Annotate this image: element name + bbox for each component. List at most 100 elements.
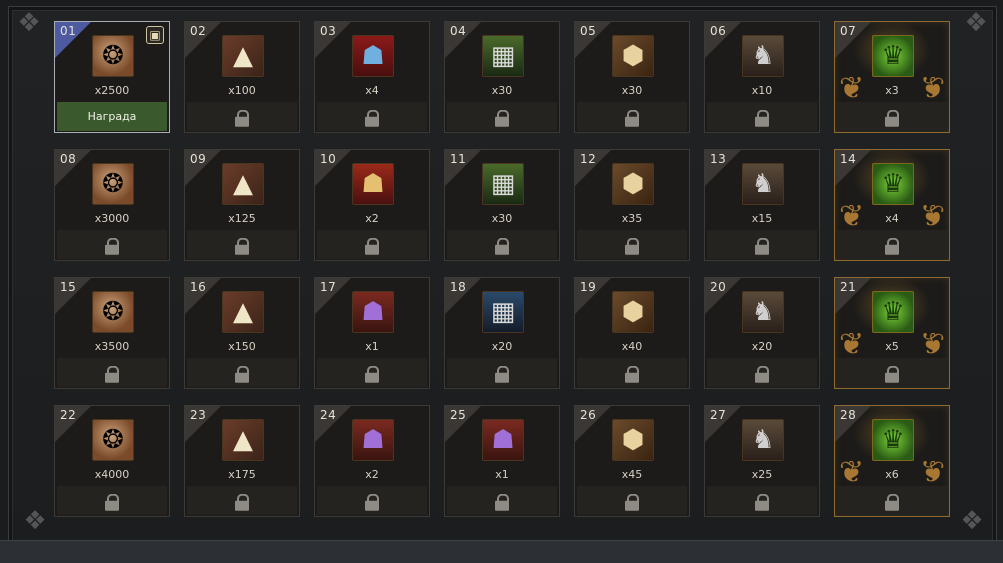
reward-quantity: x25 xyxy=(705,468,819,481)
chest-icon: ♛ xyxy=(872,163,914,205)
reward-cell-21[interactable]: ❦❦21♛x5 xyxy=(834,277,950,389)
day-number: 10 xyxy=(320,152,336,166)
reward-cell-02[interactable]: 02▲x100 xyxy=(184,21,300,133)
day-number: 01 xyxy=(60,24,76,38)
reward-quantity: x20 xyxy=(445,340,559,353)
reward-quantity: x6 xyxy=(835,468,949,481)
reward-cell-26[interactable]: 26⬢x45 xyxy=(574,405,690,517)
reward-cell-16[interactable]: 16▲x150 xyxy=(184,277,300,389)
reward-quantity: x3 xyxy=(835,84,949,97)
statue-icon: ♞ xyxy=(742,163,784,205)
coin-icon: ❂ xyxy=(92,163,134,205)
lock-icon xyxy=(365,237,379,253)
statue-icon: ♞ xyxy=(742,291,784,333)
lock-icon xyxy=(105,365,119,381)
powder-pile-icon: ▲ xyxy=(222,291,264,333)
reward-cell-08[interactable]: 08 ❂ x3000 xyxy=(54,149,170,261)
locked-footer xyxy=(57,230,167,259)
chest-icon: ♛ xyxy=(872,291,914,333)
reward-cell-01[interactable]: 01▣❂x2500Награда xyxy=(54,21,170,133)
locked-footer xyxy=(317,230,427,259)
locked-footer xyxy=(837,486,947,515)
lock-icon xyxy=(625,237,639,253)
reward-cell-11[interactable]: 11▦x30 xyxy=(444,149,560,261)
locked-footer xyxy=(57,486,167,515)
reward-cell-14[interactable]: ❦❦14♛x4 xyxy=(834,149,950,261)
lock-icon xyxy=(755,493,769,509)
reward-cell-09[interactable]: 09▲x125 xyxy=(184,149,300,261)
reward-cell-25[interactable]: 25☗x1 xyxy=(444,405,560,517)
reward-cell-12[interactable]: 12⬢x35 xyxy=(574,149,690,261)
powder-pile-icon: ▲ xyxy=(222,35,264,77)
reward-cell-05[interactable]: 05 ⬢ x30 xyxy=(574,21,690,133)
day-number: 18 xyxy=(450,280,466,294)
gift-icon: ▣ xyxy=(146,26,164,44)
lock-icon xyxy=(235,109,249,125)
reward-cell-15[interactable]: 15❂x3500 xyxy=(54,277,170,389)
locked-footer xyxy=(837,358,947,387)
reward-quantity: x40 xyxy=(575,340,689,353)
day-number: 27 xyxy=(710,408,726,422)
reward-cell-27[interactable]: 27♞x25 xyxy=(704,405,820,517)
lock-icon xyxy=(755,109,769,125)
day-number: 08 xyxy=(60,152,76,166)
reward-quantity: x2 xyxy=(315,212,429,225)
locked-footer xyxy=(187,486,297,515)
reward-cell-13[interactable]: 13♞x15 xyxy=(704,149,820,261)
powder-pile-icon: ▲ xyxy=(222,163,264,205)
reward-cell-20[interactable]: 20 ♞ x20 xyxy=(704,277,820,389)
day-number: 20 xyxy=(710,280,726,294)
day-number: 11 xyxy=(450,152,466,166)
reward-cell-24[interactable]: 24☗x2 xyxy=(314,405,430,517)
locked-footer xyxy=(447,102,557,131)
locked-footer xyxy=(317,102,427,131)
day-number: 28 xyxy=(840,408,856,422)
bottom-bar xyxy=(0,540,1003,563)
coin-icon: ❂ xyxy=(92,419,134,461)
lock-icon xyxy=(625,109,639,125)
locked-footer xyxy=(57,358,167,387)
reward-quantity: x30 xyxy=(445,84,559,97)
reward-quantity: x3000 xyxy=(55,212,169,225)
card-purple-icon: ☗ xyxy=(352,291,394,333)
lock-icon xyxy=(365,109,379,125)
locked-footer xyxy=(187,230,297,259)
day-number: 07 xyxy=(840,24,856,38)
reward-cell-10[interactable]: 10☗x2 xyxy=(314,149,430,261)
reward-quantity: x150 xyxy=(185,340,299,353)
reward-cell-03[interactable]: 03☗x4 xyxy=(314,21,430,133)
reward-cell-18[interactable]: 18▦x20 xyxy=(444,277,560,389)
reward-cell-17[interactable]: 17☗x1 xyxy=(314,277,430,389)
day-number: 14 xyxy=(840,152,856,166)
lock-icon xyxy=(885,493,899,509)
reward-quantity: x4 xyxy=(835,212,949,225)
reward-quantity: x125 xyxy=(185,212,299,225)
day-number: 22 xyxy=(60,408,76,422)
reward-cell-07[interactable]: ❦❦07♛x3 xyxy=(834,21,950,133)
locked-footer xyxy=(837,102,947,131)
reward-cell-04[interactable]: 04▦x30 xyxy=(444,21,560,133)
lock-icon xyxy=(495,365,509,381)
corner-ornament-icon: ❖ xyxy=(955,504,989,538)
reward-cell-23[interactable]: 23▲x175 xyxy=(184,405,300,517)
locked-footer xyxy=(577,358,687,387)
card-purple-icon: ☗ xyxy=(482,419,524,461)
reward-cell-06[interactable]: 06♞x10 xyxy=(704,21,820,133)
day-number: 05 xyxy=(580,24,596,38)
reward-quantity: x30 xyxy=(575,84,689,97)
reward-cell-19[interactable]: 19⬢x40 xyxy=(574,277,690,389)
powder-pile-icon: ▲ xyxy=(222,419,264,461)
locked-footer xyxy=(187,102,297,131)
reward-cell-28[interactable]: ❦❦28♛x6 xyxy=(834,405,950,517)
reward-cell-22[interactable]: 22❂x4000 xyxy=(54,405,170,517)
corner-ornament-icon: ❖ xyxy=(12,6,46,40)
lock-icon xyxy=(885,109,899,125)
day-number: 26 xyxy=(580,408,596,422)
lock-icon xyxy=(235,365,249,381)
ore-icon: ⬢ xyxy=(612,35,654,77)
coin-icon: ❂ xyxy=(92,35,134,77)
lock-icon xyxy=(105,237,119,253)
reward-quantity: x20 xyxy=(705,340,819,353)
card-blue-icon: ☗ xyxy=(352,35,394,77)
claim-reward-button[interactable]: Награда xyxy=(57,102,167,131)
